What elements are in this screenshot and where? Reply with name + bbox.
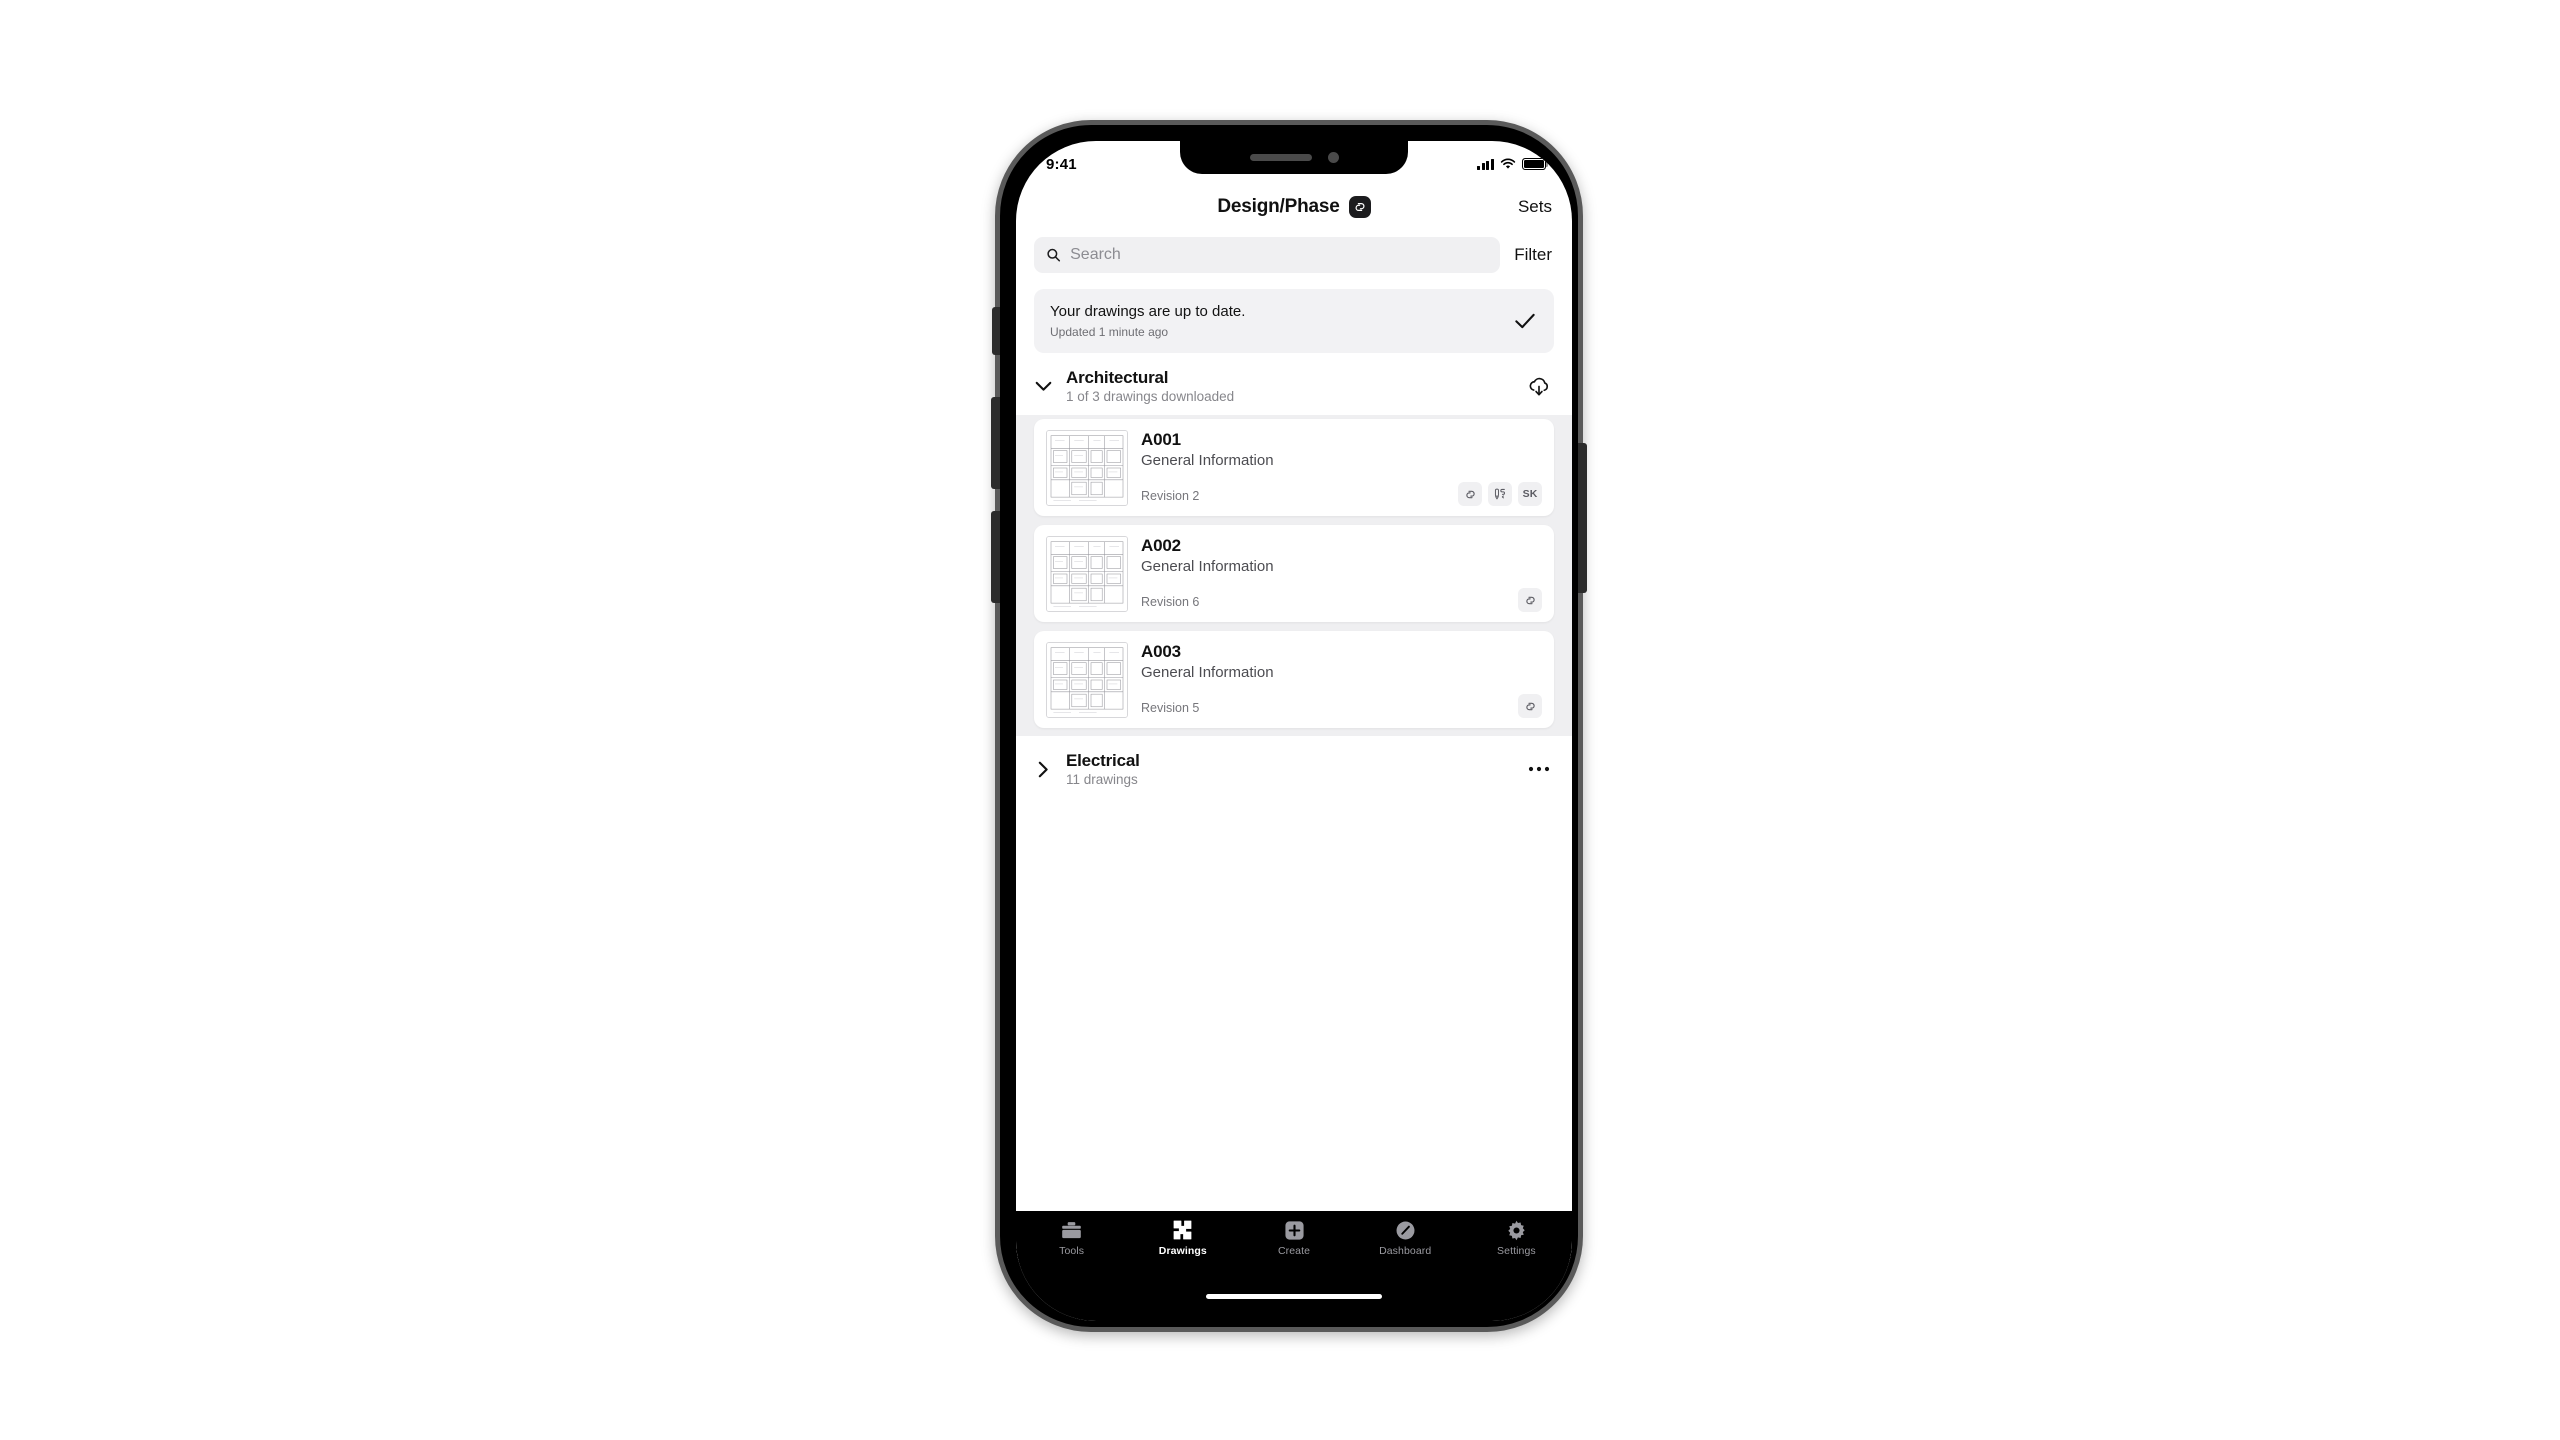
tab-label: Tools: [1059, 1245, 1085, 1257]
drawing-description: General Information: [1141, 557, 1274, 575]
drawings-scroll-area[interactable]: Your drawings are up to date. Updated 1 …: [1016, 283, 1572, 1261]
floor-plan-thumbnail: [1046, 642, 1128, 719]
drawing-description: General Information: [1141, 451, 1274, 469]
battery-full-icon: [1522, 158, 1549, 170]
floor-plan-thumbnail: [1046, 536, 1128, 613]
phone-screen: 9:41 Design/Phase Sets Search Filter You…: [1016, 141, 1572, 1321]
sync-status-subtitle: Updated 1 minute ago: [1050, 325, 1169, 340]
wifi-icon: [1500, 158, 1516, 169]
status-bar-indicators: [1477, 158, 1549, 170]
tab-tools[interactable]: Tools: [1016, 1219, 1127, 1271]
app-logo-icon: [1348, 196, 1371, 218]
plus-square-icon: [1284, 1219, 1305, 1241]
volume-down-button[interactable]: [991, 511, 1000, 603]
drawings-icon: [1172, 1219, 1193, 1241]
front-camera-icon: [1327, 152, 1339, 163]
drawing-details: A001 General Information Revision 2 SK: [1141, 430, 1542, 507]
floor-plan-thumbnail: [1046, 430, 1128, 507]
sync-status-title: Your drawings are up to date.: [1050, 303, 1246, 320]
section-texts: Electrical 11 drawings: [1066, 751, 1514, 787]
sets-button[interactable]: Sets: [1516, 193, 1554, 221]
section-subtitle: 1 of 3 drawings downloaded: [1066, 389, 1235, 405]
tab-label: Create: [1277, 1245, 1311, 1257]
phone-device-frame: 9:41 Design/Phase Sets Search Filter You…: [991, 120, 1587, 1332]
title-group: Design/Phase: [1016, 196, 1572, 218]
drawing-number: A001: [1141, 430, 1181, 450]
section-header-electrical[interactable]: Electrical 11 drawings: [1016, 736, 1572, 799]
drawing-number: A003: [1141, 642, 1181, 662]
earpiece-speaker: [1249, 154, 1312, 161]
notch: [1180, 141, 1408, 174]
drawing-badges: SK: [1458, 482, 1542, 507]
drawing-revision: Revision 6: [1141, 595, 1200, 610]
section-texts: Architectural 1 of 3 drawings downloaded: [1066, 368, 1514, 404]
drawing-footer: Revision 5: [1141, 694, 1542, 719]
chevron-right-icon[interactable]: [1030, 761, 1056, 778]
drawing-details: A002 General Information Revision 6: [1141, 536, 1542, 613]
toolbox-icon: [1061, 1219, 1082, 1241]
home-indicator[interactable]: [1206, 1294, 1382, 1299]
table-row[interactable]: A003 General Information Revision 5: [1034, 631, 1554, 729]
linked-sheets-icon[interactable]: [1458, 482, 1482, 507]
drawing-revision: Revision 2: [1141, 489, 1200, 504]
tab-dashboard[interactable]: Dashboard: [1350, 1219, 1461, 1271]
drawing-footer: Revision 6: [1141, 588, 1542, 613]
screenshot-canvas: 9:41 Design/Phase Sets Search Filter You…: [0, 0, 2560, 1440]
page-title: Design/Phase: [1217, 196, 1340, 217]
table-row[interactable]: A001 General Information Revision 2 SK: [1034, 419, 1554, 517]
signal-bars-icon: [1477, 158, 1494, 170]
filter-button[interactable]: Filter: [1512, 241, 1554, 269]
sketch-badge[interactable]: SK: [1518, 482, 1542, 507]
markup-pencil-icon[interactable]: [1488, 482, 1512, 507]
sync-status-card[interactable]: Your drawings are up to date. Updated 1 …: [1034, 289, 1554, 354]
section-title: Architectural: [1066, 368, 1169, 388]
sync-status-texts: Your drawings are up to date. Updated 1 …: [1050, 302, 1512, 339]
section-subtitle: 11 drawings: [1066, 772, 1138, 788]
tab-settings[interactable]: Settings: [1461, 1219, 1572, 1271]
chevron-down-icon[interactable]: [1030, 381, 1056, 392]
mute-switch-button[interactable]: [992, 307, 1000, 355]
more-options-icon[interactable]: [1524, 766, 1554, 772]
tab-label: Dashboard: [1379, 1245, 1432, 1257]
search-icon: [1047, 248, 1061, 262]
search-input[interactable]: [1070, 246, 1489, 264]
section-header-architectural[interactable]: Architectural 1 of 3 drawings downloaded: [1016, 353, 1572, 416]
drawing-number: A002: [1141, 536, 1181, 556]
cloud-download-icon[interactable]: [1524, 376, 1554, 397]
drawing-details: A003 General Information Revision 5: [1141, 642, 1542, 719]
drawing-badges: [1518, 588, 1542, 613]
bottom-tab-bar: Tools Drawings Create Dashboard Settings: [1016, 1211, 1572, 1321]
tab-list: Tools Drawings Create Dashboard Settings: [1016, 1219, 1572, 1271]
checkmark-icon: [1512, 312, 1538, 330]
drawing-revision: Revision 5: [1141, 701, 1200, 716]
gear-icon: [1506, 1219, 1527, 1241]
table-row[interactable]: A002 General Information Revision 6: [1034, 525, 1554, 623]
search-field[interactable]: [1034, 237, 1501, 273]
tab-create[interactable]: Create: [1238, 1219, 1349, 1271]
section-title: Electrical: [1066, 751, 1140, 771]
tab-drawings[interactable]: Drawings: [1127, 1219, 1238, 1271]
tab-label: Settings: [1497, 1245, 1536, 1257]
navigation-bar: Design/Phase Sets: [1016, 181, 1572, 233]
linked-sheets-icon[interactable]: [1518, 694, 1542, 719]
tab-label: Drawings: [1158, 1245, 1207, 1257]
drawing-badges: [1518, 694, 1542, 719]
drawing-footer: Revision 2 SK: [1141, 482, 1542, 507]
power-button[interactable]: [1578, 443, 1587, 593]
volume-up-button[interactable]: [991, 397, 1000, 489]
drawings-list: A001 General Information Revision 2 SK A…: [1016, 415, 1572, 737]
linked-sheets-icon[interactable]: [1518, 588, 1542, 613]
search-row: Filter: [1016, 233, 1572, 283]
gauge-icon: [1395, 1219, 1416, 1241]
status-bar-time: 9:41: [1046, 155, 1077, 173]
drawing-description: General Information: [1141, 663, 1274, 681]
